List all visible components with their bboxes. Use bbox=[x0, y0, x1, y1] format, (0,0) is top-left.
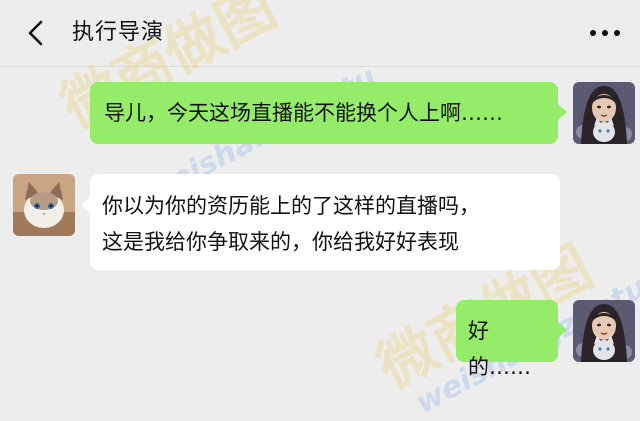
chevron-left-icon bbox=[28, 20, 43, 46]
received-message-bubble[interactable]: 你以为你的资历能上的了这样的直播吗， 这是我给你争取来的，你给我好好表现 bbox=[90, 174, 560, 270]
back-button[interactable] bbox=[20, 17, 52, 49]
message-text: 导儿，今天这场直播能不能换个人上啊…… bbox=[104, 101, 503, 125]
user-avatar[interactable] bbox=[573, 300, 635, 362]
contact-avatar[interactable] bbox=[13, 174, 75, 236]
avatar-girl-with-cat-image bbox=[573, 300, 635, 362]
sent-message-bubble[interactable]: 好的…… bbox=[456, 300, 558, 379]
more-dots-icon bbox=[590, 30, 620, 36]
avatar-cat-image bbox=[13, 174, 75, 236]
chat-title: 执行导演 bbox=[72, 20, 165, 45]
user-avatar[interactable] bbox=[573, 82, 635, 144]
message-text-line: 这是我给你争取来的，你给我好好表现 bbox=[102, 230, 459, 254]
message-text: 好的…… bbox=[468, 319, 531, 379]
more-options-button[interactable] bbox=[586, 17, 624, 49]
bubble-tail bbox=[558, 322, 567, 338]
bubble-tail bbox=[81, 197, 90, 213]
sent-message-bubble[interactable]: 导儿，今天这场直播能不能换个人上啊…… bbox=[90, 82, 558, 144]
bubble-tail bbox=[558, 104, 567, 120]
avatar-girl-with-cat-image bbox=[573, 82, 635, 144]
chat-header: 执行导演 bbox=[0, 0, 640, 67]
message-text-line: 你以为你的资历能上的了这样的直播吗， bbox=[102, 194, 480, 218]
